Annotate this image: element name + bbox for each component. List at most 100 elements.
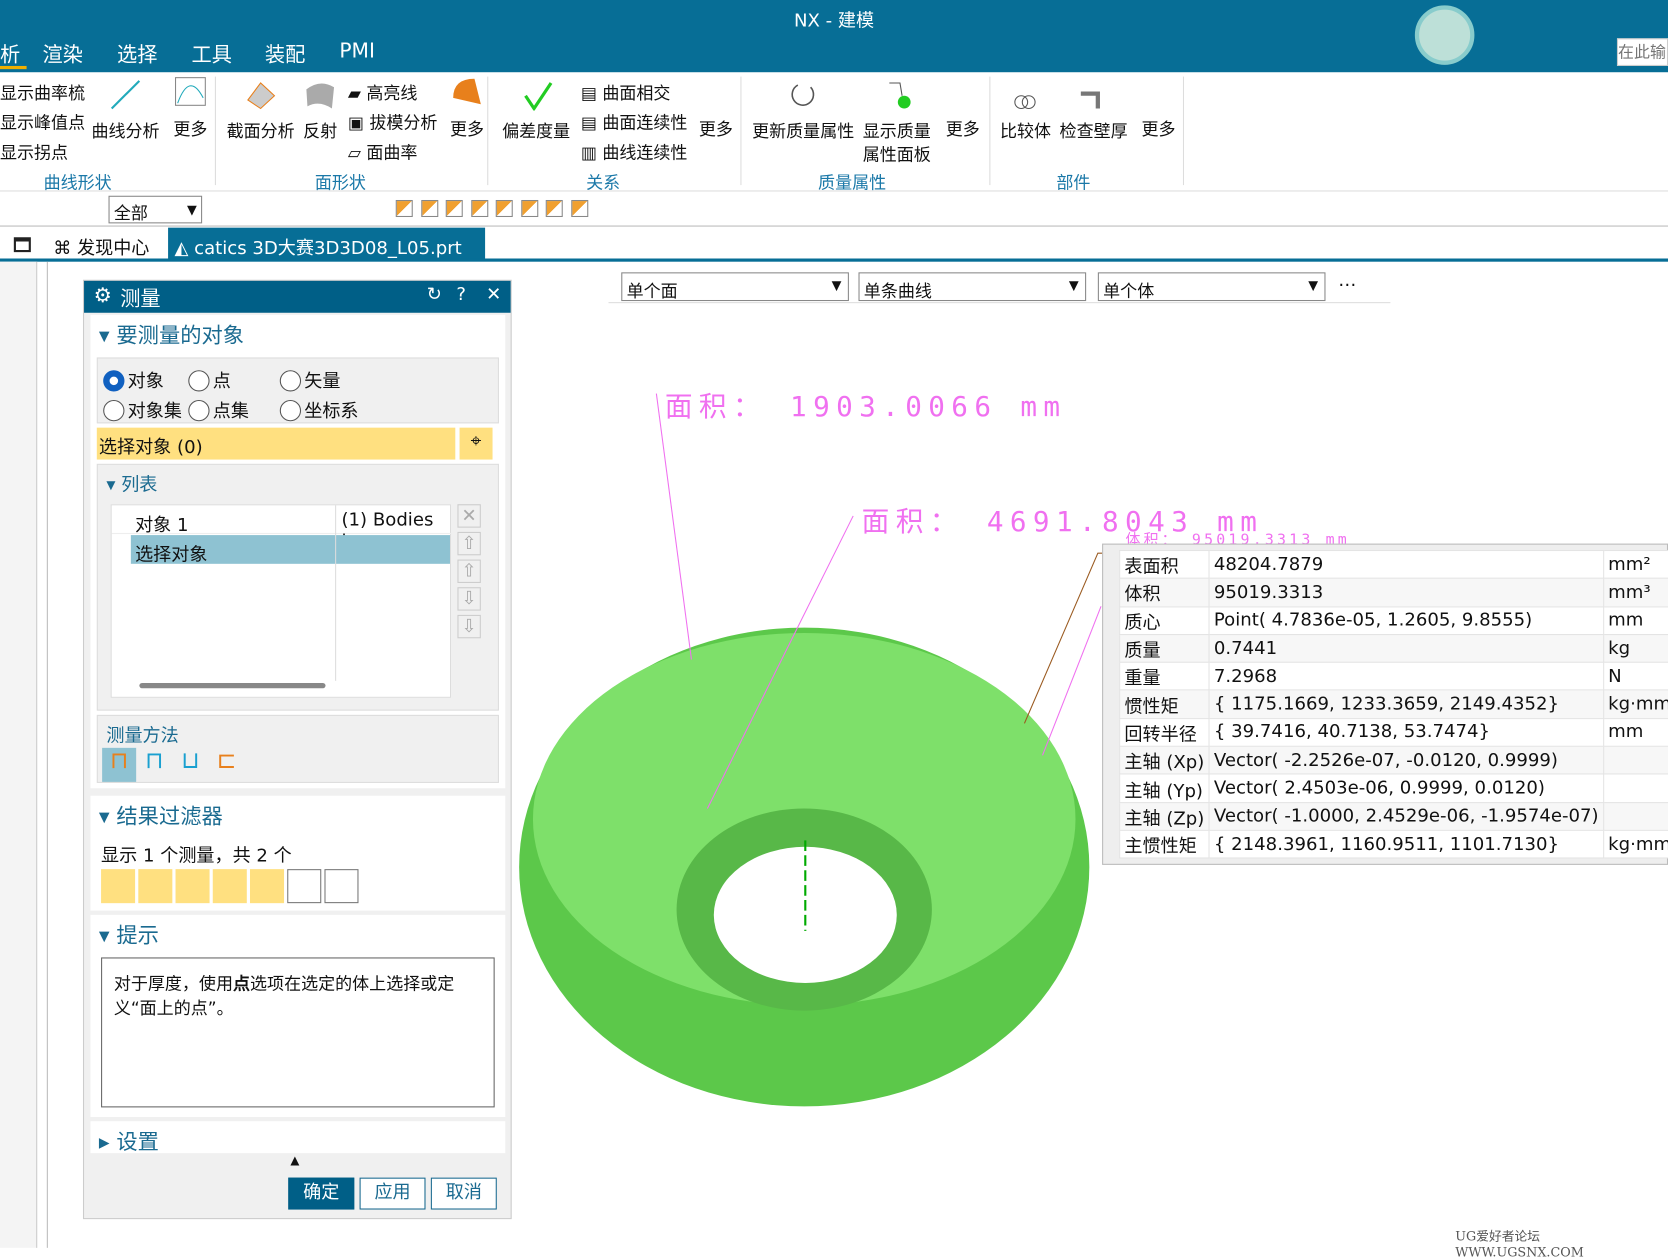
update-mass-button[interactable]: 更新质量属性 [752, 117, 854, 143]
face-curvature-button[interactable]: ▱ 面曲率 [348, 138, 418, 164]
snap-icon[interactable] [445, 199, 463, 218]
list-row-name: 选择对象 [135, 544, 208, 566]
cancel-button[interactable]: 取消 [430, 1177, 497, 1210]
move-top-icon[interactable]: ⇧ [457, 531, 481, 556]
property-value: 95019.3313 [1208, 577, 1604, 608]
filter-thickness-icon[interactable] [287, 869, 322, 904]
snap-icon[interactable] [521, 199, 539, 218]
menu-analysis[interactable]: 析 [0, 39, 20, 68]
curve-analysis-button[interactable]: 曲线分析 [91, 117, 159, 143]
type-filter-dropdown[interactable]: 全部 ▼ [108, 195, 203, 224]
move-down-icon[interactable]: ⇩ [457, 587, 481, 611]
method-projected-distance-icon[interactable]: ⊓ [138, 748, 170, 782]
radio-label: 点集 [212, 401, 249, 423]
curve-rule-dropdown[interactable]: 单条曲线 ▼ [858, 272, 1087, 302]
close-icon[interactable]: ✕ [486, 284, 501, 305]
property-row: 主惯性矩{ 2148.3961, 1160.9511, 1101.7130} kg… [1119, 829, 1668, 859]
tab-label: 发现中心 [77, 238, 150, 260]
radio-vector[interactable]: 矢量 [279, 366, 341, 393]
menu-tools[interactable]: 工具 [191, 39, 231, 68]
result-filter-header[interactable]: ▾ 结果过滤器 [99, 799, 223, 830]
radio-object-set[interactable]: 对象集 [103, 396, 182, 422]
deviation-button[interactable]: 偏差度量 [502, 117, 570, 143]
list-row-selected[interactable]: 选择对象 [130, 535, 450, 566]
collapse-arrow-icon[interactable]: ▲ [290, 1153, 299, 1167]
radio-object[interactable]: 对象 [103, 366, 164, 393]
filter-area-icon[interactable] [212, 869, 247, 904]
tab-discovery-center[interactable]: ⌘ 发现中心 [53, 233, 150, 260]
ok-button[interactable]: 确定 [288, 1177, 355, 1210]
face-intersect-button[interactable]: ▤ 曲面相交 [581, 79, 671, 105]
curve-analysis-icon [110, 80, 141, 110]
compare-body-button[interactable]: 比较体 [1000, 117, 1051, 143]
snap-icon[interactable] [571, 199, 589, 218]
radio-point[interactable]: 点 [188, 366, 231, 393]
more-face-button[interactable]: 更多 [450, 115, 484, 141]
check-wall-button[interactable]: 检查壁厚 [1060, 117, 1128, 143]
face-continuity-button[interactable]: ▤ 曲面连续性 [581, 109, 688, 135]
property-unit [1602, 773, 1668, 803]
filter-add-icon[interactable] [324, 869, 359, 904]
filter-distance-icon[interactable] [101, 869, 136, 904]
move-up-icon[interactable]: ⇧ [457, 559, 481, 583]
objects-section-header[interactable]: ▾ 要测量的对象 [99, 318, 244, 349]
method-length-icon[interactable]: ⊏ [211, 748, 243, 782]
reset-icon[interactable]: ↻ [427, 284, 442, 305]
help-icon[interactable]: ? [456, 284, 466, 305]
horizontal-scrollbar[interactable] [139, 682, 326, 689]
menu-select[interactable]: 选择 [117, 39, 157, 68]
section-analysis-button[interactable]: 截面分析 [227, 117, 295, 143]
property-row: 质量 0.7441 kg [1119, 633, 1668, 663]
radio-point-set[interactable]: 点集 [188, 396, 249, 423]
show-inflections[interactable]: 显示拐点 [0, 138, 68, 164]
menu-pmi[interactable]: PMI [339, 39, 375, 62]
crosshair-icon[interactable]: ⌖ [459, 427, 493, 460]
more-mass-button[interactable]: 更多 [946, 115, 980, 141]
show-mass-panel-button[interactable]: 显示质量 [863, 117, 931, 143]
select-object-field[interactable]: 选择对象 (0) [96, 427, 456, 460]
snap-icon[interactable] [545, 199, 563, 218]
list-row[interactable]: 对象 1 (1) Bodies in [111, 505, 453, 552]
menu-assembly[interactable]: 装配 [265, 39, 305, 68]
face-rule-dropdown[interactable]: 单个面 ▼ [621, 272, 849, 302]
property-unit: mm [1602, 717, 1668, 747]
filter-angle-icon[interactable] [138, 869, 173, 904]
radio-csys[interactable]: 坐标系 [279, 396, 359, 422]
highlight-lines-button[interactable]: ▰ 高亮线 [348, 79, 418, 105]
reflection-button[interactable]: 反射 [303, 117, 337, 143]
hint-header[interactable]: ▾ 提示 [99, 918, 159, 949]
method-screen-distance-icon[interactable]: ⊔ [174, 748, 206, 782]
radio-label: 矢量 [304, 371, 341, 393]
list-header[interactable]: ▾ 列表 [106, 469, 157, 495]
snap-icon[interactable] [421, 199, 439, 218]
window-toggle-icon[interactable] [13, 237, 31, 253]
apply-button[interactable]: 应用 [359, 1177, 426, 1210]
property-row: 体积 95019.3313 mm³ [1119, 577, 1668, 608]
show-curvature-comb[interactable]: 显示曲率梳 [0, 79, 85, 105]
more-curve-button[interactable]: 更多 [173, 115, 207, 141]
method-distance-icon[interactable]: ⊓ [102, 747, 137, 782]
type-radio-group: 对象 点 矢量 对象集 点集 坐标系 [96, 357, 499, 424]
snap-icon[interactable] [471, 199, 489, 218]
draft-analysis-button[interactable]: ▣ 拔模分析 [348, 109, 438, 135]
more-part-button[interactable]: 更多 [1141, 115, 1175, 141]
tab-part-file[interactable]: ◭ catics 3D大赛3D3D08_L05.prt ✕ [168, 227, 486, 281]
move-bottom-icon[interactable]: ⇩ [457, 614, 481, 639]
curve-rule-value: 单条曲线 [863, 280, 932, 302]
filter-triangle-icon[interactable] [175, 869, 210, 904]
snap-icon[interactable] [395, 199, 413, 218]
settings-header[interactable]: ▸ 设置 [99, 1124, 159, 1155]
group-mass-properties: 质量属性 [818, 172, 887, 193]
filter-volume-icon[interactable] [249, 869, 285, 904]
snap-icon[interactable] [495, 199, 513, 218]
more-options-icon[interactable]: ⋯ [1338, 274, 1356, 295]
close-tab-icon[interactable]: ✕ [174, 260, 189, 281]
remove-icon[interactable]: ✕ [457, 504, 481, 528]
curve-continuity-button[interactable]: ▥ 曲线连续性 [581, 138, 688, 164]
property-unit: N [1602, 661, 1668, 691]
more-relation-button[interactable]: 更多 [699, 115, 733, 141]
show-peak-points[interactable]: 显示峰值点 [0, 109, 85, 135]
body-rule-dropdown[interactable]: 单个体 ▼ [1097, 272, 1326, 302]
menu-render[interactable]: 渲染 [43, 39, 83, 68]
command-search-input[interactable] [1616, 38, 1668, 66]
